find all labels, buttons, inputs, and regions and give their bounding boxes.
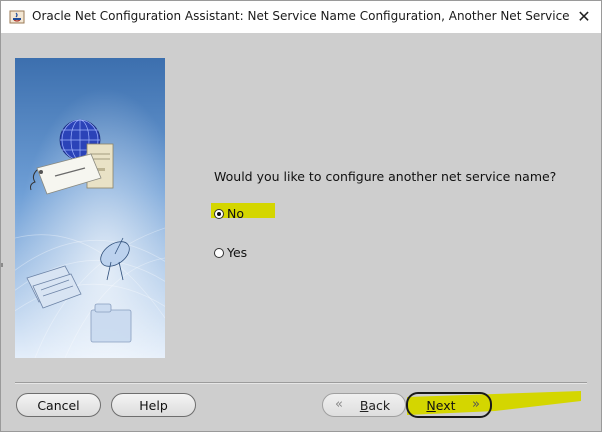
folder-icon: [90, 303, 132, 343]
radio-button-no[interactable]: [214, 208, 224, 219]
next-button-label-wrap: Next: [426, 398, 455, 413]
cancel-button-label: Cancel: [37, 397, 80, 413]
back-button-label-rest: ack: [368, 397, 391, 413]
window-title: Oracle Net Configuration Assistant: Net …: [32, 9, 572, 23]
back-button[interactable]: « Back: [322, 393, 406, 417]
help-button-label: Help: [139, 397, 168, 413]
close-button[interactable]: ✕: [573, 7, 595, 27]
next-button-mnemonic: N: [426, 397, 436, 413]
radio-option-no[interactable]: No: [214, 206, 244, 221]
question-text: Would you like to configure another net …: [214, 169, 557, 184]
next-button[interactable]: Next »: [406, 392, 492, 418]
radio-button-yes[interactable]: [214, 247, 224, 258]
cancel-button[interactable]: Cancel: [16, 393, 101, 417]
next-arrow-icon: »: [472, 397, 480, 412]
close-icon: ✕: [577, 7, 591, 26]
dialog-window: Oracle Net Configuration Assistant: Net …: [0, 0, 602, 432]
footer-separator: [15, 382, 587, 384]
next-button-label-rest: ext: [435, 397, 456, 413]
title-bar: Oracle Net Configuration Assistant: Net …: [1, 1, 601, 33]
back-arrow-icon: «: [335, 397, 343, 412]
back-button-label-wrap: Back: [360, 398, 390, 413]
radio-label-yes: Yes: [227, 245, 248, 260]
resize-edge: [1, 263, 3, 267]
radio-option-yes[interactable]: Yes: [214, 245, 247, 260]
radio-label-no: No: [227, 206, 244, 221]
java-app-icon: [9, 10, 25, 24]
help-button[interactable]: Help: [111, 393, 196, 417]
wizard-side-illustration: [15, 58, 165, 358]
